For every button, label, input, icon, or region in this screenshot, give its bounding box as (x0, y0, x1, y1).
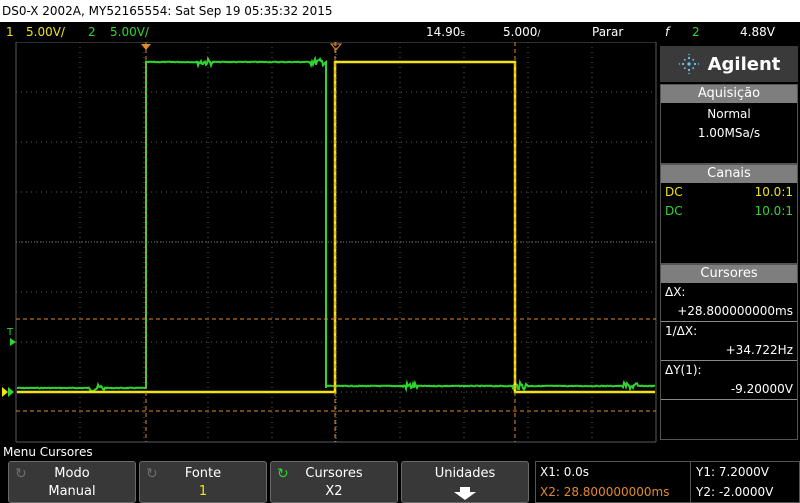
timebase-value: 5.000 (503, 25, 538, 39)
trigger-level-marker[interactable]: T (6, 327, 14, 338)
softkey-mode[interactable]: ↻ Modo Manual (8, 461, 136, 503)
delay-unit: s (460, 29, 466, 39)
markers: T (2, 43, 343, 397)
softkey-source-value: 1 (198, 484, 208, 499)
loop-arrow-icon: ↻ (15, 466, 27, 482)
delay-readout[interactable]: 14.90s (426, 22, 465, 44)
inverse-delta-x-value: +34.722Hz (661, 341, 797, 361)
y1-readout: Y1: 7.2000V (696, 465, 770, 479)
x1-cursor-marker-icon[interactable] (141, 44, 151, 50)
loop-arrow-icon: ↻ (277, 466, 289, 482)
ch1-scale[interactable]: 5.00V/ (26, 22, 65, 42)
acquisition-header: Aquisição (661, 85, 797, 103)
channel-1-coupling: DC (665, 185, 683, 199)
trigger-channel[interactable]: 2 (692, 22, 700, 42)
cursors-header: Cursores (661, 265, 797, 283)
delta-y-label: ΔY(1): (665, 363, 702, 377)
ch1-trace (17, 60, 655, 394)
softkey-mode-value: Manual (48, 484, 96, 499)
channels-header: Canais (661, 165, 797, 183)
channel-2-row[interactable]: DC 10.0:1 (661, 202, 797, 221)
softkey-cursors[interactable]: ↻ Cursores X2 (270, 461, 398, 503)
y2-readout: Y2: -2.0000V (696, 485, 774, 499)
status-bar: 1 5.00V/ 2 5.00V/ 14.90s 5.000/ Parar f … (0, 22, 800, 42)
window-title: DS0-X 2002A, MY52165554: Sat Sep 19 05:3… (0, 0, 800, 22)
inverse-delta-x-label: 1/ΔX: (665, 324, 698, 338)
cursors-panel[interactable]: Cursores ΔX: +28.800000000ms 1/ΔX: +34.7… (660, 264, 798, 440)
delta-x-value: +28.800000000ms (661, 302, 797, 322)
brand-panel: Agilent (660, 46, 798, 82)
waveform-display[interactable]: T (0, 41, 658, 444)
softkey-cursors-value: X2 (325, 484, 343, 499)
timebase-unit: / (537, 29, 541, 39)
channel-1-row[interactable]: DC 10.0:1 (661, 183, 797, 202)
x2-readout: X2: 28.800000000ms (540, 485, 670, 499)
delta-y-value: -9.20000V (661, 380, 797, 400)
ch2-scale[interactable]: 5.00V/ (110, 22, 149, 42)
channel-1-probe: 10.0:1 (754, 185, 793, 199)
softkey-units[interactable]: Unidades (401, 461, 529, 503)
side-panel: Agilent Aquisição Normal 1.00MSa/s Canai… (660, 46, 798, 440)
softkey-mode-label: Modo (54, 466, 90, 481)
softkey-source[interactable]: ↻ Fonte 1 (139, 461, 267, 503)
channels-panel[interactable]: Canais DC 10.0:1 DC 10.0:1 (660, 164, 798, 264)
submenu-arrow-icon (454, 487, 476, 500)
acquisition-panel[interactable]: Aquisição Normal 1.00MSa/s (660, 84, 798, 164)
x1-readout: X1: 0.0s (540, 465, 590, 479)
loop-arrow-icon: ↻ (146, 466, 158, 482)
readout-divider (690, 462, 691, 502)
channel-2-coupling: DC (665, 204, 683, 218)
softkey-source-label: Fonte (184, 466, 222, 481)
ch2-ground-marker-icon[interactable] (8, 387, 14, 397)
trigger-level[interactable]: 4.88V (740, 22, 775, 42)
ch1-ground-marker-icon[interactable] (2, 387, 8, 397)
agilent-spark-icon (678, 53, 699, 75)
waveform-traces (17, 55, 656, 394)
channel-2-probe: 10.0:1 (754, 204, 793, 218)
acquisition-rate: 1.00MSa/s (697, 126, 761, 140)
softkey-cursors-label: Cursores (305, 466, 363, 481)
brand-logo: Agilent (707, 53, 781, 75)
delay-value: 14.90 (426, 25, 461, 39)
softkey-units-label: Unidades (434, 466, 496, 481)
run-state[interactable]: Parar (592, 22, 623, 42)
ch1-number[interactable]: 1 (6, 22, 14, 42)
trigger-edge-icon: f (665, 25, 670, 39)
menu-title: Menu Cursores (3, 445, 93, 459)
timebase-readout[interactable]: 5.000/ (503, 22, 540, 44)
cursor-readouts: X1: 0.0s X2: 28.800000000ms Y1: 7.2000V … (535, 461, 800, 503)
acquisition-mode: Normal (707, 107, 751, 121)
trigger-level-arrow-icon (10, 338, 16, 346)
ch2-number[interactable]: 2 (88, 22, 96, 42)
delta-x-label: ΔX: (665, 285, 686, 299)
